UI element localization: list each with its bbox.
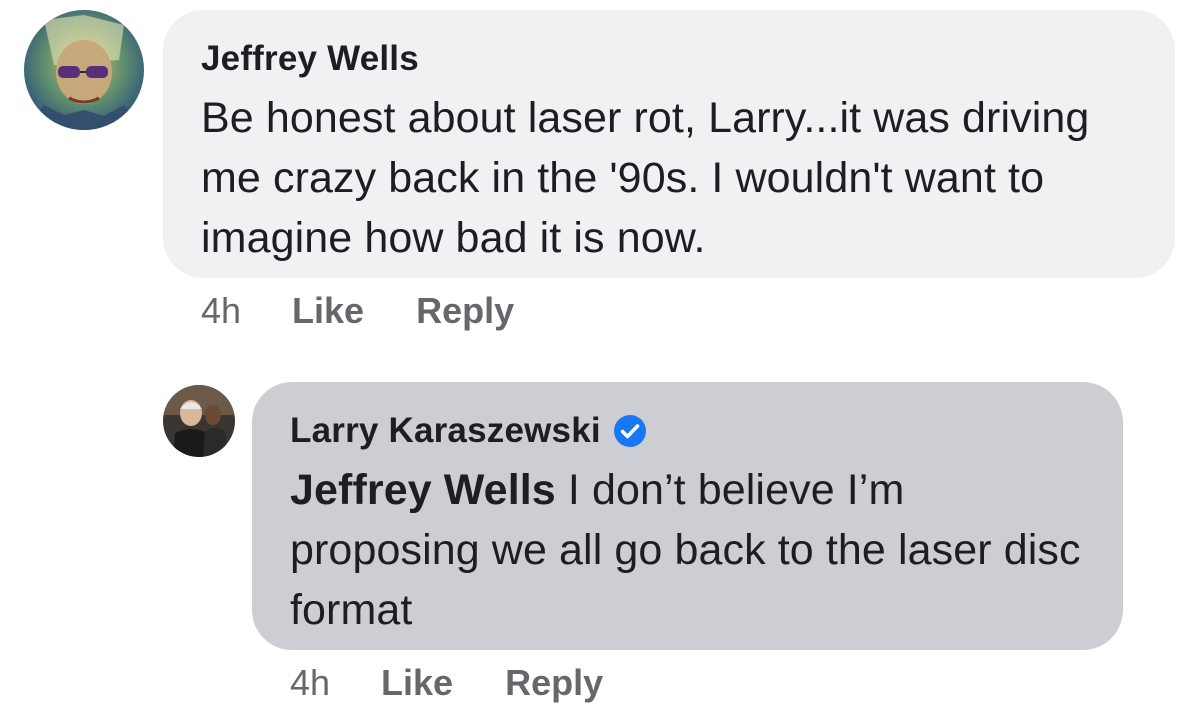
reply-author-row: Larry Karaszewski [290, 410, 1087, 452]
reply-bubble: Larry Karaszewski Jeffrey Wells I don’t … [252, 382, 1123, 650]
like-button[interactable]: Like [381, 662, 453, 704]
reply-timestamp[interactable]: 4h [290, 662, 330, 704]
reply-author[interactable]: Larry Karaszewski [290, 410, 601, 452]
avatar-image [163, 385, 235, 457]
reply-actions: 4h Like Reply [290, 662, 655, 704]
verified-badge-icon [613, 414, 647, 448]
avatar-image [24, 10, 144, 130]
comment-bubble: Jeffrey Wells Be honest about laser rot,… [163, 10, 1175, 278]
comment-author[interactable]: Jeffrey Wells [201, 38, 1139, 80]
avatar-larry-karaszewski[interactable] [163, 385, 235, 457]
reply-button[interactable]: Reply [505, 662, 603, 704]
mention-link[interactable]: Jeffrey Wells [290, 466, 556, 514]
reply-button[interactable]: Reply [416, 290, 514, 332]
reply-text-block: Jeffrey Wells I don’t believe I’m propos… [290, 460, 1087, 640]
like-button[interactable]: Like [292, 290, 364, 332]
avatar-jeffrey-wells[interactable] [24, 10, 144, 130]
comment-actions: 4h Like Reply [201, 290, 566, 332]
comment-timestamp[interactable]: 4h [201, 290, 241, 332]
comment-text: Be honest about laser rot, Larry...it wa… [201, 94, 1090, 262]
